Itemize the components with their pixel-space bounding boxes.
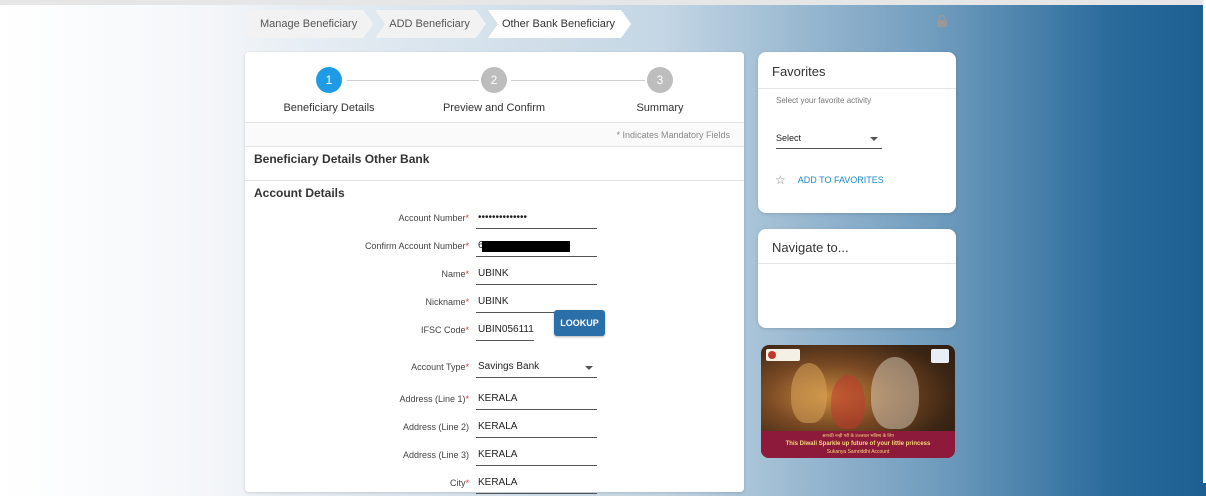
address-line3-label: Address (Line 3) <box>402 450 469 460</box>
favorites-title: Favorites <box>772 64 826 79</box>
divider <box>758 88 956 89</box>
breadcrumb-add-beneficiary[interactable]: ADD Beneficiary <box>375 10 486 38</box>
address-line2-input[interactable]: KERALA <box>476 416 597 438</box>
nickname-label: Nickname* <box>425 297 469 307</box>
breadcrumb-manage-beneficiary[interactable]: Manage Beneficiary <box>246 10 373 38</box>
address-line1-label: Address (Line 1)* <box>399 394 469 404</box>
ifsc-code-row: IFSC Code* UBIN056111 LOOKUP <box>245 310 744 343</box>
address-line1-row: Address (Line 1)* KERALA <box>245 388 744 412</box>
city-row: City* KERALA <box>245 472 744 496</box>
address-line1-input[interactable]: KERALA <box>476 388 597 410</box>
mandatory-note: * Indicates Mandatory Fields <box>616 130 730 140</box>
star-icon: ☆ <box>775 173 786 187</box>
beneficiary-form-panel: 1 Beneficiary Details 2 Preview and Conf… <box>245 52 744 494</box>
bank-logo <box>931 349 949 363</box>
nickname-row: Nickname* UBINK <box>245 291 744 315</box>
confirm-account-number-label: Confirm Account Number* <box>364 241 469 251</box>
name-label: Name* <box>441 269 469 279</box>
address-line2-label: Address (Line 2) <box>402 422 469 432</box>
section-title: Beneficiary Details Other Bank <box>254 152 430 166</box>
add-to-favorites-button[interactable]: ☆ ADD TO FAVORITES <box>775 173 884 187</box>
banner-figure <box>831 375 865 429</box>
step-3-circle: 3 <box>647 67 673 93</box>
top-border <box>0 0 1206 5</box>
ifsc-code-input[interactable]: UBIN056111 <box>476 319 534 341</box>
redaction-box <box>482 241 570 252</box>
account-type-row: Account Type* Savings Bank <box>245 356 744 380</box>
chevron-down-icon <box>585 366 593 370</box>
divider <box>245 146 744 147</box>
name-input[interactable]: UBINK <box>476 263 597 285</box>
banner-headline: This Diwali Sparkle up future of your li… <box>785 441 931 447</box>
chevron-down-icon <box>870 137 878 141</box>
step-1-circle: 1 <box>316 67 342 93</box>
city-input[interactable]: KERALA <box>476 472 597 494</box>
breadcrumb: Manage Beneficiary ADD Beneficiary Other… <box>246 10 633 38</box>
navigate-card: Navigate to... <box>758 229 956 328</box>
divider <box>245 180 744 181</box>
account-type-label: Account Type* <box>411 362 469 372</box>
step-1-label: Beneficiary Details <box>283 102 375 114</box>
favorites-subtitle: Select your favorite activity <box>776 96 872 105</box>
step-2-circle: 2 <box>481 67 507 93</box>
step-3-label: Summary <box>636 102 684 114</box>
stepper: 1 Beneficiary Details 2 Preview and Conf… <box>245 52 744 122</box>
breadcrumb-other-bank-beneficiary: Other Bank Beneficiary <box>488 10 631 38</box>
promo-banner[interactable]: आपकी नन्ही परी के उज्जवल भविष्य के लिए T… <box>761 345 955 458</box>
lookup-button[interactable]: LOOKUP <box>554 310 605 336</box>
lock-icon <box>937 15 947 27</box>
address-line3-input[interactable]: KERALA <box>476 444 597 466</box>
address-line2-row: Address (Line 2) KERALA <box>245 416 744 440</box>
subsection-title: Account Details <box>254 186 345 200</box>
step-2-label: Preview and Confirm <box>442 102 546 114</box>
confirm-account-number-row: Confirm Account Number* 6 <box>245 235 744 259</box>
step-preview-and-confirm: 2 Preview and Confirm <box>424 67 564 114</box>
city-label: City* <box>449 478 469 488</box>
account-type-select[interactable]: Savings Bank <box>476 356 597 378</box>
account-number-input[interactable]: •••••••••••••• <box>476 207 597 229</box>
banner-scheme-name: Sukanya Samriddhi Account <box>826 449 890 455</box>
step-summary: 3 Summary <box>590 67 730 114</box>
ifsc-code-label: IFSC Code* <box>420 325 469 335</box>
name-row: Name* UBINK <box>245 263 744 287</box>
step-beneficiary-details: 1 Beneficiary Details <box>259 67 399 114</box>
navigate-title: Navigate to... <box>772 240 849 255</box>
address-line3-row: Address (Line 3) KERALA <box>245 444 744 468</box>
divider <box>758 263 956 264</box>
banner-hindi-text: आपकी नन्ही परी के उज्जवल भविष्य के लिए <box>821 433 895 438</box>
account-number-row: Account Number* •••••••••••••• <box>245 207 744 231</box>
favorites-select[interactable]: Select <box>776 128 882 149</box>
favorites-card: Favorites Select your favorite activity … <box>758 52 956 213</box>
mandatory-row: * Indicates Mandatory Fields <box>245 122 744 147</box>
confirm-account-number-input[interactable]: 6 <box>476 235 597 257</box>
account-number-label: Account Number* <box>398 213 469 223</box>
banner-figure <box>871 357 919 429</box>
scheme-logo <box>766 349 800 361</box>
banner-figure <box>791 363 827 423</box>
